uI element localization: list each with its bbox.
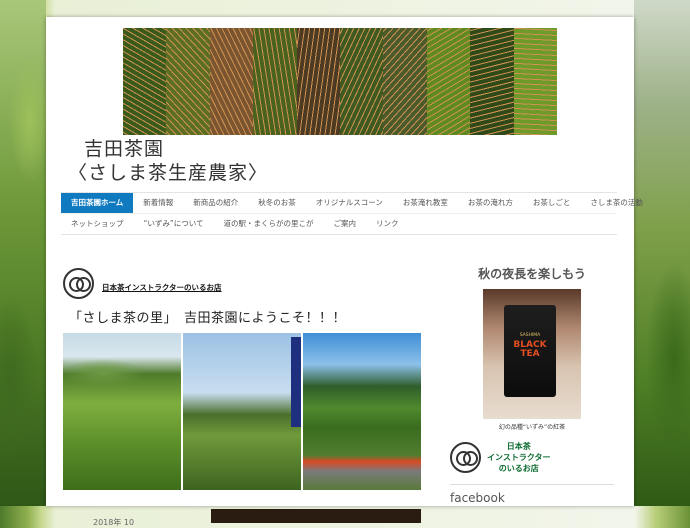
sidebar-instructor-line2: インストラクター [487,453,551,462]
nav-item-row1-1[interactable]: 吉田茶園ホーム [61,193,134,213]
photo-gallery [63,333,423,490]
bag-label-line2: TEA [520,349,540,359]
black-tea-product-image[interactable]: SASHIMA BLACK TEA [483,289,581,419]
nav-item-row2-5[interactable]: リンク [366,214,409,234]
banner-flag [291,337,301,427]
instructor-shop-link[interactable]: 日本茶インストラクターのいるお店 [102,282,222,293]
tea-leaf-sample-9 [470,28,514,135]
tea-field-photo-1[interactable] [63,333,181,490]
tea-leaf-sample-10 [513,28,558,135]
sidebar-instructor-block[interactable]: 日本茶 インストラクター のいるお店 [450,441,614,474]
tea-leaf-sample-5 [296,28,341,135]
sidebar-promo-title: 秋の夜長を楽しもう [478,267,586,281]
tea-leaf-sample-8 [426,28,471,135]
post-date: 2018年 10 [93,518,135,527]
facebook-widget-title: facebook [450,491,505,505]
nav-item-row2-2[interactable]: “いずみ”について [134,214,214,234]
tea-leaf-banner [123,28,558,135]
instructor-badge-row: 日本茶インストラクターのいるお店 [63,265,423,301]
background-foliage-left [0,0,46,506]
nav-item-row1-8[interactable]: お茶しごと [523,193,581,213]
nav-item-row2-3[interactable]: 道の駅・まくらがの里こが [214,214,324,234]
nav-item-row2-4[interactable]: ご案内 [324,214,367,234]
tea-leaf-sample-6 [340,28,384,135]
welcome-heading: 「さしま茶の里」 吉田茶園にようこそ！！！ [69,311,347,326]
nav-item-row1-4[interactable]: 秋冬のお茶 [248,193,306,213]
nav-item-row1-3[interactable]: 新商品の紹介 [183,193,248,213]
page-container: 吉田茶園 〈さしま茶生産農家〉 吉田茶園ホーム 新着情報 新商品の紹介 秋冬のお茶 オリ… [46,17,643,527]
post-image-preview[interactable] [211,509,421,523]
black-tea-bag: SASHIMA BLACK TEA [504,305,556,397]
tea-instructor-logo-icon [450,442,481,473]
sidebar-instructor-line1: 日本茶 [506,442,531,451]
site-title[interactable]: 吉田茶園 〈さしま茶生産農家〉 [68,137,268,185]
nav-item-row1-2[interactable]: 新着情報 [133,193,183,213]
main-content: 日本茶インストラクターのいるお店 「さしま茶の里」 吉田茶園にようこそ！！！ 2… [63,265,423,527]
tea-instructor-logo-icon [63,267,94,299]
nav-item-row2-1[interactable]: ネットショップ [61,214,134,234]
sidebar-instructor-text: 日本茶 インストラクター のいるお店 [487,441,551,474]
nav-item-row1-7[interactable]: お茶の淹れ方 [458,193,523,213]
nav-item-row1-5[interactable]: オリジナルスコーン [306,193,393,213]
tea-field-photo-2[interactable] [183,333,301,490]
product-caption: 幻の品種“いずみ”の紅茶 [498,424,566,431]
tea-leaf-sample-2 [166,28,210,135]
main-navigation: 吉田茶園ホーム 新着情報 新商品の紹介 秋冬のお茶 オリジナルスコーン お茶淹れ教室 お茶の… [61,192,643,235]
sidebar: 秋の夜長を楽しもう SASHIMA BLACK TEA 幻の品種“いずみ”の紅茶… [450,265,614,505]
background-foliage-right [634,0,690,506]
sidebar-divider [450,484,614,485]
nav-item-row1-9[interactable]: さしま茶の活動 [580,193,653,213]
tea-leaf-sample-1 [123,28,167,135]
tea-leaf-sample-3 [209,28,254,135]
nav-row-2: ネットショップ “いずみ”について 道の駅・まくらがの里こが ご案内 リンク [61,213,617,234]
tea-leaf-sample-7 [383,28,427,135]
nav-row-1: 吉田茶園ホーム 新着情報 新商品の紹介 秋冬のお茶 オリジナルスコーン お茶淹れ教室 お茶の… [61,193,643,213]
bag-brand: SASHIMA [519,333,541,338]
sidebar-instructor-line3: のいるお店 [498,464,539,473]
tea-harvester-photo[interactable] [303,333,421,490]
nav-item-row1-6[interactable]: お茶淹れ教室 [393,193,458,213]
bag-label: BLACK TEA [504,341,556,359]
site-title-name: 吉田茶園 [84,138,165,160]
site-title-subtitle: 〈さしま茶生産農家〉 [68,162,269,184]
tea-leaf-sample-4 [253,28,297,135]
